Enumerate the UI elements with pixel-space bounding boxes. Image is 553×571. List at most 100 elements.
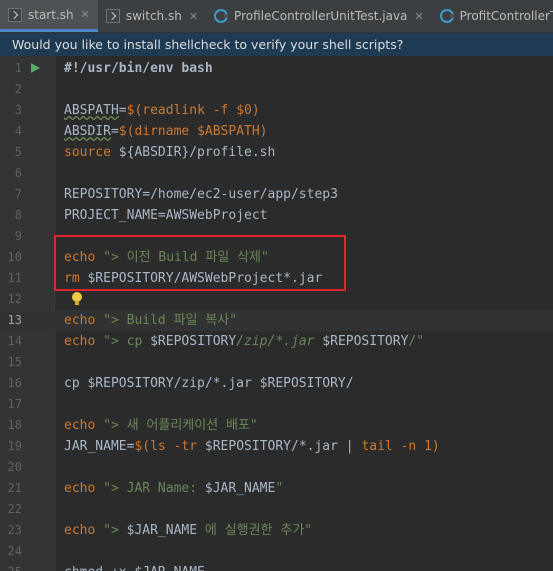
code-line[interactable]: 11 rm $REPOSITORY/AWSWebProject*.jar	[0, 268, 553, 289]
code-token: PROJECT_NAME=AWSWebProject	[64, 208, 268, 223]
intention-bulb-icon[interactable]	[72, 292, 82, 305]
code-line[interactable]: 23 echo "> $JAR_NAME 에 실행권한 추가"	[0, 520, 553, 541]
code-token: $(dirname $ABSPATH)	[118, 124, 268, 139]
code-token: echo	[64, 250, 96, 265]
line-number: 19	[7, 439, 22, 453]
code-line[interactable]: 24	[0, 541, 553, 562]
code-token: "> JAR Name:	[95, 481, 205, 496]
code-line[interactable]: 18 echo "> 새 어플리케이션 배포"	[0, 415, 553, 436]
code-token: $JAR_NAME	[204, 481, 276, 496]
code-token: "> Build 파일 복사"	[95, 313, 238, 328]
code-line[interactable]: 22	[0, 499, 553, 520]
shell-script-icon	[105, 9, 120, 23]
code-text: JAR_NAME=$(ls -tr $REPOSITORY/*.jar | ta…	[64, 436, 440, 457]
code-text: echo "> 새 어플리케이션 배포"	[64, 415, 258, 436]
code-line[interactable]: 15	[0, 352, 553, 373]
code-token: rm	[64, 271, 80, 286]
code-line[interactable]: 3 ABSPATH=$(readlink -f $0)	[0, 100, 553, 121]
line-number: 5	[14, 145, 22, 159]
line-number: 18	[7, 418, 22, 432]
code-token: echo	[64, 523, 96, 538]
code-text: echo "> JAR Name: $JAR_NAME"	[64, 478, 283, 499]
code-line[interactable]: 5 source ${ABSDIR}/profile.sh	[0, 142, 553, 163]
code-line[interactable]: 10 echo "> 이전 Build 파일 삭제"	[0, 247, 553, 268]
code-line[interactable]: 8 PROJECT_NAME=AWSWebProject	[0, 205, 553, 226]
code-text: source ${ABSDIR}/profile.sh	[64, 142, 275, 163]
code-token: chmod +x $JAR_NAME	[64, 565, 205, 571]
line-number: 3	[14, 103, 22, 117]
shell-script-icon	[8, 7, 22, 22]
code-token: /*.jar |	[291, 439, 362, 454]
close-tab-icon[interactable]: ✕	[189, 10, 198, 23]
code-token: ABSPATH	[64, 103, 119, 118]
code-token: =	[110, 124, 119, 139]
code-token: $(ls -tr	[134, 439, 205, 454]
tab-label: ProfitControllerTest.java	[459, 9, 553, 23]
tab-label: start.sh	[28, 7, 74, 22]
line-number: 17	[7, 397, 22, 411]
line-number: 15	[7, 355, 22, 369]
line-number: 9	[14, 229, 22, 243]
line-number: 4	[14, 124, 22, 138]
line-number: 11	[7, 271, 22, 285]
code-token: "> cp	[95, 334, 151, 349]
code-text: echo "> Build 파일 복사"	[64, 310, 237, 331]
code-line[interactable]: 17	[0, 394, 553, 415]
code-token: source	[64, 145, 111, 160]
line-number: 6	[14, 166, 22, 180]
code-text: echo "> 이전 Build 파일 삭제"	[64, 247, 269, 268]
tab-start-sh[interactable]: start.sh ✕	[0, 0, 98, 32]
code-line[interactable]: 14 echo "> cp $REPOSITORY/zip/*.jar $REPO…	[0, 331, 553, 352]
code-token: tail	[361, 439, 393, 454]
code-editor[interactable]: 1 #!/usr/bin/env bash 2 3 ABSPATH=$(readlink…	[0, 56, 553, 571]
tab-profilecontrollerunittest-java[interactable]: ProfileControllerUnitTest.java ✕	[206, 0, 432, 32]
code-token: "	[275, 481, 284, 496]
code-line[interactable]: 25 chmod +x $JAR_NAME	[0, 562, 553, 571]
line-number: 12	[7, 292, 22, 306]
code-token: $(readlink -f $0)	[126, 103, 260, 118]
code-token: REPOSITORY=/home/ec2-user/app/step3	[64, 187, 338, 202]
code-token: echo	[64, 481, 96, 496]
shellcheck-install-banner[interactable]: Would you like to install shellcheck to …	[0, 33, 553, 56]
code-text: rm $REPOSITORY/AWSWebProject*.jar	[64, 268, 322, 289]
close-tab-icon[interactable]: ✕	[81, 8, 90, 21]
tab-label: switch.sh	[125, 9, 182, 23]
line-number: 24	[7, 544, 22, 558]
java-class-icon	[214, 9, 229, 23]
line-number: 21	[7, 481, 22, 495]
tab-switch-sh[interactable]: switch.sh ✕	[98, 0, 206, 32]
code-text: #!/usr/bin/env bash	[64, 58, 213, 79]
code-token: JAR_NAME=	[64, 439, 135, 454]
line-number: 10	[7, 250, 22, 264]
code-line[interactable]: 6	[0, 163, 553, 184]
code-text: ABSPATH=$(readlink -f $0)	[64, 100, 260, 121]
code-token: $REPOSITORY	[150, 334, 237, 349]
code-token: echo	[64, 313, 96, 328]
code-line[interactable]: 19 JAR_NAME=$(ls -tr $REPOSITORY/*.jar | …	[0, 436, 553, 457]
code-token: $JAR_NAME	[126, 523, 198, 538]
code-line[interactable]: 7 REPOSITORY=/home/ec2-user/app/step3	[0, 184, 553, 205]
run-script-icon[interactable]	[31, 63, 40, 73]
line-number: 20	[7, 460, 22, 474]
code-token: echo	[64, 418, 96, 433]
code-token: "> 새 어플리케이션 배포"	[95, 418, 258, 433]
code-token: =	[118, 103, 127, 118]
code-text: REPOSITORY=/home/ec2-user/app/step3	[64, 184, 338, 205]
tab-profitcontrollertest-java[interactable]: ProfitControllerTest.java	[432, 0, 553, 32]
line-number: 25	[0, 562, 22, 571]
code-token: $REPOSITORY	[322, 334, 409, 349]
code-line[interactable]: 20	[0, 457, 553, 478]
code-line[interactable]: 16 cp $REPOSITORY/zip/*.jar $REPOSITORY/	[0, 373, 553, 394]
code-token: /"	[408, 334, 425, 349]
close-tab-icon[interactable]: ✕	[414, 10, 423, 23]
code-text: chmod +x $JAR_NAME	[64, 562, 205, 571]
code-line[interactable]: 9	[0, 226, 553, 247]
code-line[interactable]: 13 echo "> Build 파일 복사"	[0, 310, 553, 331]
code-line[interactable]: 2	[0, 79, 553, 100]
code-line[interactable]: 4 ABSDIR=$(dirname $ABSPATH)	[0, 121, 553, 142]
code-token: ${ABSDIR}/profile.sh	[110, 145, 276, 160]
code-line[interactable]: 21 echo "> JAR Name: $JAR_NAME"	[0, 478, 553, 499]
code-line[interactable]: 1 #!/usr/bin/env bash	[0, 58, 553, 79]
editor-tab-bar: start.sh ✕ switch.sh ✕ ProfileControllerUnit…	[0, 0, 553, 33]
code-line[interactable]: 12	[0, 289, 553, 310]
